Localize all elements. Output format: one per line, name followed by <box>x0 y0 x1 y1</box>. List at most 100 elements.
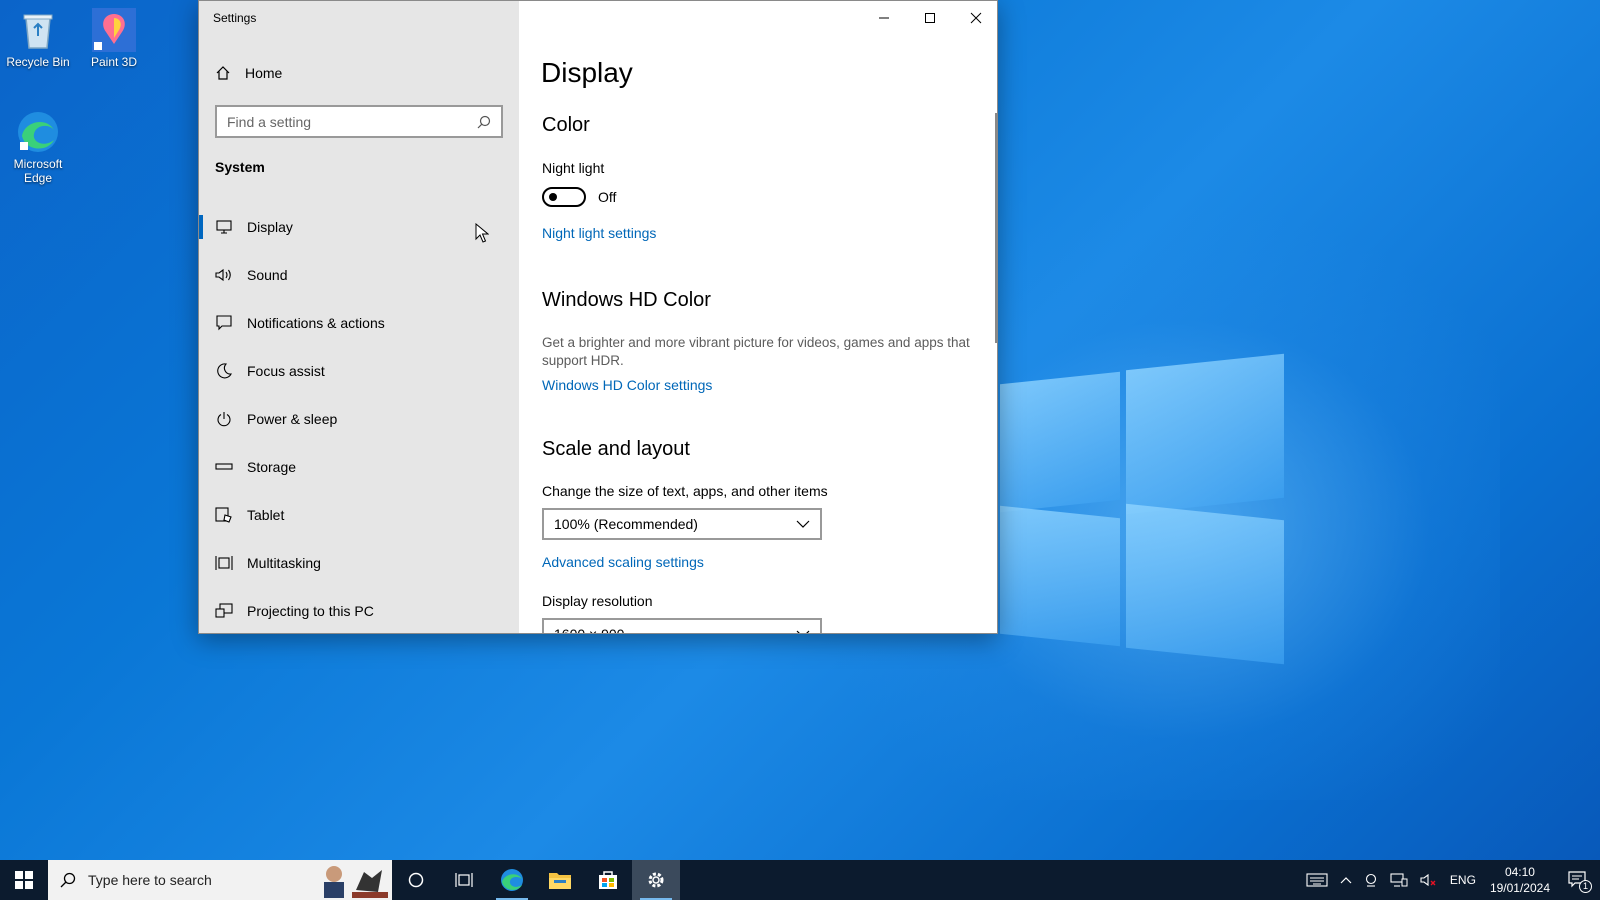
sidebar-item-label: Power & sleep <box>247 411 338 427</box>
color-heading: Color <box>542 114 590 136</box>
settings-search-input[interactable] <box>227 113 477 130</box>
sidebar-item-storage[interactable]: Storage <box>199 443 519 491</box>
scale-dropdown[interactable]: 100% (Recommended) <box>542 508 822 540</box>
taskbar: ENG 04:10 19/01/2024 1 <box>0 860 1600 900</box>
power-icon <box>215 410 233 428</box>
sidebar-item-multitasking[interactable]: Multitasking <box>199 539 519 587</box>
sidebar-item-display[interactable]: Display <box>199 203 519 251</box>
search-highlight-art-icon <box>324 866 388 898</box>
chevron-down-icon <box>796 630 810 633</box>
resolution-dropdown[interactable]: 1600 × 900 <box>542 618 822 634</box>
edge-icon <box>501 869 523 891</box>
settings-sidebar: Settings Home System Display Sound Notif… <box>199 1 519 633</box>
sidebar-item-sound[interactable]: Sound <box>199 251 519 299</box>
home-icon <box>216 66 230 80</box>
window-title: Settings <box>213 11 257 25</box>
minimize-button[interactable] <box>861 1 907 35</box>
content-scrollbar[interactable] <box>995 113 997 343</box>
toggle-knob <box>549 193 557 201</box>
sidebar-item-label: Projecting to this PC <box>247 603 374 619</box>
maximize-icon <box>925 13 935 23</box>
task-view-button[interactable] <box>440 860 488 900</box>
night-light-label: Night light <box>542 160 605 176</box>
sidebar-item-tablet[interactable]: Tablet <box>199 491 519 539</box>
night-light-state: Off <box>598 189 617 205</box>
settings-content: Display Color Night light Off Night ligh… <box>519 1 997 634</box>
task-view-icon <box>455 873 473 887</box>
sidebar-item-label: Tablet <box>247 507 285 523</box>
close-button[interactable] <box>953 1 997 35</box>
night-light-settings-link[interactable]: Night light settings <box>542 225 656 241</box>
volume-muted-icon <box>1420 873 1436 887</box>
search-icon[interactable] <box>477 115 491 129</box>
sidebar-item-label: Display <box>247 219 293 235</box>
desktop-icon-paint-3d[interactable]: Paint 3D <box>76 8 152 69</box>
sidebar-section-title: System <box>215 159 265 175</box>
advanced-scaling-link[interactable]: Advanced scaling settings <box>542 554 704 570</box>
taskbar-store[interactable] <box>584 860 632 900</box>
projecting-icon <box>215 602 233 620</box>
speaker-icon <box>215 266 233 284</box>
sidebar-item-notifications[interactable]: Notifications & actions <box>199 299 519 347</box>
clock-time: 04:10 <box>1504 865 1535 879</box>
keyboard-button[interactable] <box>1306 873 1328 887</box>
multitasking-icon <box>215 554 233 572</box>
window-controls <box>861 1 997 35</box>
sidebar-item-label: Multitasking <box>247 555 321 571</box>
start-button[interactable] <box>0 860 48 900</box>
chevron-down-icon <box>796 520 810 528</box>
search-icon <box>60 872 76 888</box>
night-light-toggle[interactable] <box>542 187 586 207</box>
show-hidden-icons-button[interactable] <box>1340 876 1352 884</box>
desktop-icon-label: Microsoft Edge <box>13 157 63 185</box>
notification-count-badge: 1 <box>1578 880 1592 893</box>
webcam-button[interactable] <box>1364 873 1378 887</box>
sidebar-item-projecting[interactable]: Projecting to this PC <box>199 587 519 633</box>
sidebar-home[interactable]: Home <box>215 65 282 81</box>
sidebar-item-label: Sound <box>247 267 288 283</box>
recycle-bin-icon <box>16 8 60 52</box>
taskbar-search-box[interactable] <box>48 860 392 900</box>
scale-layout-heading: Scale and layout <box>542 438 690 460</box>
maximize-button[interactable] <box>907 1 953 35</box>
clock-date: 19/01/2024 <box>1489 881 1550 895</box>
sidebar-item-power-sleep[interactable]: Power & sleep <box>199 395 519 443</box>
taskbar-file-explorer[interactable] <box>536 860 584 900</box>
network-button[interactable] <box>1390 873 1408 887</box>
folder-icon <box>549 873 571 889</box>
close-icon <box>970 12 982 24</box>
settings-window: Settings Home System Display Sound Notif… <box>198 0 998 634</box>
hd-color-heading: Windows HD Color <box>542 289 711 311</box>
moon-icon <box>215 362 233 380</box>
desktop-icon-recycle-bin[interactable]: Recycle Bin <box>0 8 76 69</box>
taskbar-edge[interactable] <box>488 860 536 900</box>
hd-color-description: Get a brighter and more vibrant picture … <box>542 335 970 368</box>
cortana-button[interactable] <box>392 860 440 900</box>
desktop-icon-label: Recycle Bin <box>6 55 70 69</box>
sidebar-item-focus-assist[interactable]: Focus assist <box>199 347 519 395</box>
cortana-icon <box>408 872 424 888</box>
desktop-icon-edge[interactable]: Microsoft Edge <box>0 110 76 185</box>
sidebar-item-label: Storage <box>247 459 297 475</box>
keyboard-icon <box>1306 873 1328 887</box>
desktop-icon-label: Paint 3D <box>90 55 138 69</box>
minimize-icon <box>879 17 889 19</box>
system-tray: ENG 04:10 19/01/2024 1 <box>1300 860 1600 900</box>
resolution-dropdown-value: 1600 × 900 <box>554 626 625 634</box>
page-title: Display <box>541 57 633 88</box>
camera-icon <box>1365 873 1376 887</box>
monitor-icon <box>215 218 233 236</box>
windows-start-icon <box>15 871 33 889</box>
sidebar-nav: Display Sound Notifications & actions Fo… <box>199 203 519 633</box>
volume-button[interactable] <box>1420 873 1438 887</box>
hd-color-settings-link[interactable]: Windows HD Color settings <box>542 377 712 393</box>
action-center-button[interactable]: 1 <box>1568 871 1592 893</box>
taskbar-search-input[interactable] <box>88 872 288 888</box>
sidebar-home-label: Home <box>245 65 283 81</box>
taskbar-settings[interactable] <box>632 860 680 900</box>
language-indicator[interactable]: ENG <box>1450 873 1476 887</box>
sidebar-item-label: Notifications & actions <box>247 315 385 331</box>
taskbar-clock[interactable]: 04:10 19/01/2024 <box>1490 864 1550 896</box>
settings-search-box[interactable] <box>215 105 503 138</box>
mouse-cursor-icon <box>475 223 489 243</box>
